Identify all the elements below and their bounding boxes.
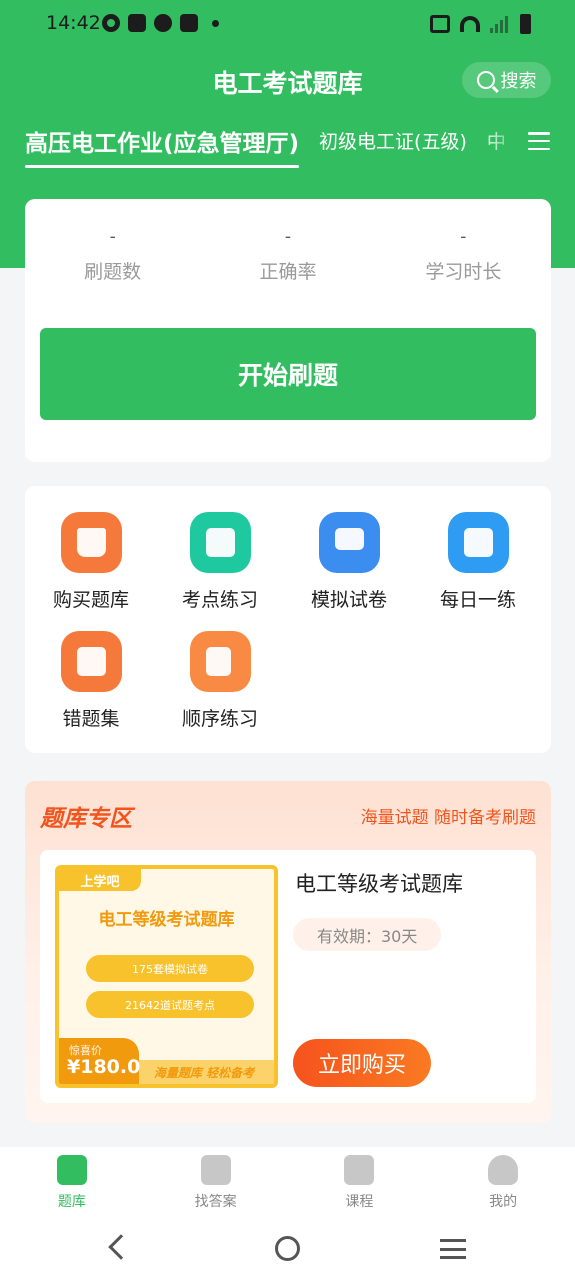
category-menu-icon[interactable] xyxy=(528,132,550,150)
question-bank-icon xyxy=(56,1155,87,1185)
search-button[interactable]: 搜索 xyxy=(462,62,551,98)
cover-price: 惊喜价 ¥180.0 xyxy=(59,1038,140,1084)
more-notifications-icon xyxy=(212,19,219,27)
feature-wrong-questions[interactable]: 错题集 xyxy=(31,631,151,731)
check-icon xyxy=(154,14,172,32)
vibrate-icon xyxy=(430,15,450,33)
cover-pill-mock: 175套模拟试卷 xyxy=(86,955,254,982)
stat-study-time: - 学习时长 xyxy=(425,227,502,283)
home-icon[interactable] xyxy=(275,1236,300,1261)
stat-questions: - 刷题数 xyxy=(84,227,142,283)
cart-icon xyxy=(60,512,122,573)
nav-find-answer[interactable]: 找答案 xyxy=(144,1147,288,1221)
feature-grid: 购买题库 考点练习 模拟试卷 每日一练 错题集 顺序练习 xyxy=(25,486,551,753)
cover-tag: 海量题库 轻松备考 xyxy=(134,1060,274,1084)
search-icon xyxy=(476,71,495,89)
settings-icon xyxy=(102,14,120,32)
recent-apps-icon[interactable] xyxy=(440,1239,466,1259)
product-cover[interactable]: 上学吧 电工等级考试题库 175套模拟试卷 21642道试题考点 海量题库 轻松… xyxy=(55,865,278,1088)
feature-topic-practice[interactable]: 考点练习 xyxy=(160,512,280,612)
start-practice-button[interactable]: 开始刷题 xyxy=(40,328,536,420)
mail-icon xyxy=(128,14,146,32)
search-answer-icon xyxy=(200,1155,231,1185)
star-book-icon xyxy=(189,512,251,573)
signal-icon xyxy=(490,15,510,33)
wifi-icon xyxy=(460,16,480,32)
search-label: 搜索 xyxy=(500,71,537,92)
cover-title: 电工等级考试题库 xyxy=(98,910,235,930)
nav-courses[interactable]: 课程 xyxy=(288,1147,432,1221)
video-play-icon xyxy=(344,1155,375,1185)
title-bar: 电工考试题库 搜索 xyxy=(0,60,575,100)
feature-mock-exam[interactable]: 模拟试卷 xyxy=(289,512,409,612)
product-name: 电工等级考试题库 xyxy=(295,872,463,896)
status-time: 14:42 xyxy=(46,12,101,34)
bottom-nav: 题库 找答案 课程 我的 xyxy=(0,1147,575,1221)
calendar-check-icon xyxy=(447,512,509,573)
validity-badge: 有效期：30天 xyxy=(293,918,442,951)
tab-junior-electrician[interactable]: 初级电工证(五级) xyxy=(319,124,467,154)
profile-icon xyxy=(488,1155,519,1185)
promo-zone: 题库专区 海量试题 随时备考刷题 上学吧 电工等级考试题库 175套模拟试卷 2… xyxy=(25,781,551,1123)
system-nav-bar xyxy=(0,1221,575,1280)
stat-accuracy: - 正确率 xyxy=(259,227,317,283)
nav-question-bank[interactable]: 题库 xyxy=(0,1147,144,1221)
feature-sequential-practice[interactable]: 顺序练习 xyxy=(160,631,280,731)
battery-icon xyxy=(520,14,531,34)
feature-buy-bank[interactable]: 购买题库 xyxy=(31,512,151,612)
status-bar: 14:42 xyxy=(0,0,575,48)
document-edit-icon xyxy=(189,631,251,692)
promo-title: 题库专区 xyxy=(40,806,132,832)
tabs-fade xyxy=(485,120,523,160)
stats-card: - 刷题数 - 正确率 - 学习时长 开始刷题 xyxy=(25,199,551,462)
brand-logo: 上学吧 xyxy=(59,869,141,891)
buy-now-button[interactable]: 立即购买 xyxy=(293,1039,431,1087)
product-card[interactable]: 上学吧 电工等级考试题库 175套模拟试卷 21642道试题考点 海量题库 轻松… xyxy=(40,850,536,1103)
app-notification-icon xyxy=(180,14,198,32)
tab-high-voltage[interactable]: 高压电工作业(应急管理厅) xyxy=(25,124,300,168)
promo-subtitle: 海量试题 随时备考刷题 xyxy=(360,808,536,828)
cover-pill-questions: 21642道试题考点 xyxy=(86,991,254,1018)
wrong-book-icon xyxy=(60,631,122,692)
nav-mine[interactable]: 我的 xyxy=(431,1147,575,1221)
back-icon[interactable] xyxy=(108,1234,134,1260)
presentation-icon xyxy=(318,512,380,573)
feature-daily-practice[interactable]: 每日一练 xyxy=(418,512,538,612)
